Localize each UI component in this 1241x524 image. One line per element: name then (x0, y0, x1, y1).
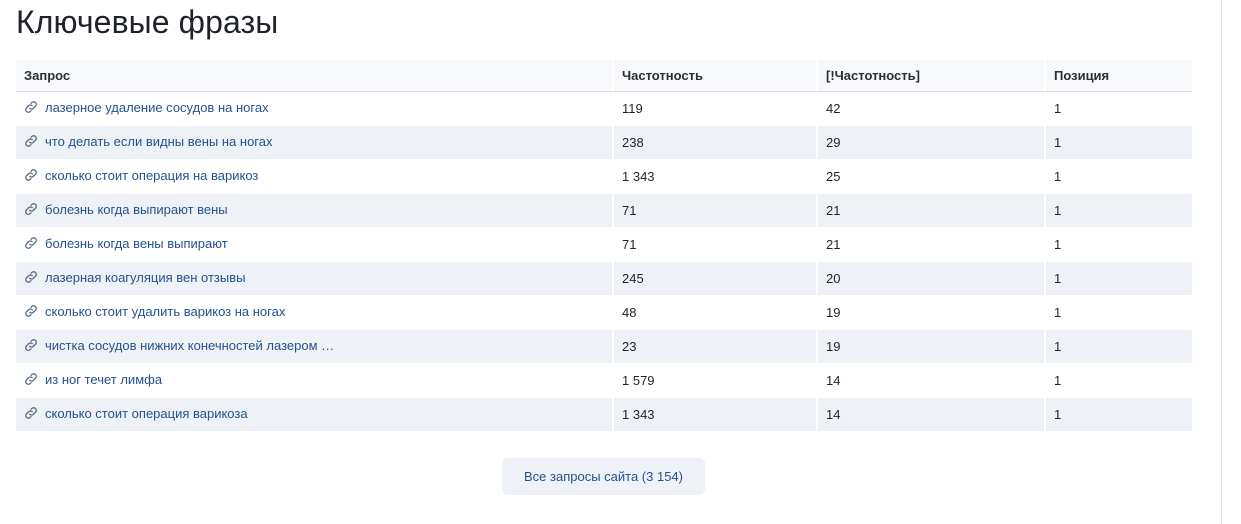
query-cell: лазерная коагуляция вен отзывы (16, 262, 612, 296)
query-cell: сколько стоит операция на варикоз (16, 160, 612, 194)
link-icon (25, 305, 37, 318)
exact-frequency-cell: 20 (816, 262, 1044, 296)
keywords-panel: Ключевые фразы Запрос Частотность [!Част… (0, 0, 1222, 524)
link-icon (25, 203, 37, 216)
query-link[interactable]: сколько стоит удалить варикоз на ногах (24, 304, 285, 319)
table-row: что делать если видны вены на ногах 238 … (16, 126, 1192, 160)
link-icon (25, 373, 37, 386)
table-row: сколько стоит удалить варикоз на ногах 4… (16, 296, 1192, 330)
query-cell: чистка сосудов нижних конечностей лазеро… (16, 330, 612, 364)
query-cell: лазерное удаление сосудов на ногах (16, 92, 612, 126)
position-cell: 1 (1044, 194, 1192, 228)
query-link[interactable]: сколько стоит операция на варикоз (24, 168, 258, 183)
query-text: болезнь когда выпирают вены (45, 201, 228, 217)
exact-frequency-cell: 14 (816, 364, 1044, 398)
link-icon (25, 271, 37, 284)
link-icon (25, 237, 37, 250)
table-row: болезнь когда выпирают вены 71 21 1 (16, 194, 1192, 228)
link-icon (25, 169, 37, 182)
query-text: из ног течет лимфа (45, 371, 163, 387)
query-cell: болезнь когда выпирают вены (16, 194, 612, 228)
position-cell: 1 (1044, 330, 1192, 364)
query-cell: болезнь когда вены выпирают (16, 228, 612, 262)
table-row: лазерная коагуляция вен отзывы 245 20 1 (16, 262, 1192, 296)
column-header-exact-frequency[interactable]: [!Частотность] (816, 60, 1044, 92)
table-header-row: Запрос Частотность [!Частотность] Позици… (16, 60, 1192, 92)
frequency-cell: 1 343 (612, 160, 816, 194)
position-cell: 1 (1044, 296, 1192, 330)
column-header-frequency[interactable]: Частотность (612, 60, 816, 92)
position-cell: 1 (1044, 92, 1192, 126)
frequency-cell: 238 (612, 126, 816, 160)
query-link[interactable]: лазерная коагуляция вен отзывы (24, 270, 245, 285)
query-text: что делать если видны вены на ногах (45, 133, 273, 149)
exact-frequency-cell: 19 (816, 330, 1044, 364)
query-text: сколько стоит операция на варикоз (45, 167, 259, 183)
frequency-cell: 48 (612, 296, 816, 330)
query-cell: сколько стоит операция варикоза (16, 398, 612, 432)
frequency-cell: 71 (612, 194, 816, 228)
link-icon (25, 407, 37, 420)
query-cell: что делать если видны вены на ногах (16, 126, 612, 160)
query-text: сколько стоит операция варикоза (45, 405, 248, 421)
link-icon (25, 339, 37, 352)
position-cell: 1 (1044, 262, 1192, 296)
column-header-position[interactable]: Позиция (1044, 60, 1192, 92)
table-row: лазерное удаление сосудов на ногах 119 4… (16, 92, 1192, 126)
query-link[interactable]: чистка сосудов нижних конечностей лазеро… (24, 338, 334, 353)
position-cell: 1 (1044, 398, 1192, 432)
frequency-cell: 1 343 (612, 398, 816, 432)
query-link[interactable]: из ног течет лимфа (24, 372, 162, 387)
query-link[interactable]: болезнь когда выпирают вены (24, 202, 228, 217)
page-title: Ключевые фразы (16, 4, 279, 40)
frequency-cell: 23 (612, 330, 816, 364)
query-link[interactable]: сколько стоит операция варикоза (24, 406, 248, 421)
exact-frequency-cell: 21 (816, 228, 1044, 262)
query-link[interactable]: лазерное удаление сосудов на ногах (24, 100, 269, 115)
exact-frequency-cell: 21 (816, 194, 1044, 228)
frequency-cell: 1 579 (612, 364, 816, 398)
query-text: болезнь когда вены выпирают (45, 235, 228, 251)
all-site-queries-button[interactable]: Все запросы сайта (3 154) (502, 458, 705, 495)
table-row: из ног течет лимфа 1 579 14 1 (16, 364, 1192, 398)
frequency-cell: 119 (612, 92, 816, 126)
exact-frequency-cell: 19 (816, 296, 1044, 330)
column-header-query[interactable]: Запрос (16, 60, 612, 92)
table-row: чистка сосудов нижних конечностей лазеро… (16, 330, 1192, 364)
query-text: лазерное удаление сосудов на ногах (45, 99, 269, 115)
link-icon (25, 101, 37, 114)
query-cell: из ног течет лимфа (16, 364, 612, 398)
table-row: болезнь когда вены выпирают 71 21 1 (16, 228, 1192, 262)
position-cell: 1 (1044, 126, 1192, 160)
frequency-cell: 71 (612, 228, 816, 262)
keywords-table: Запрос Частотность [!Частотность] Позици… (16, 60, 1192, 432)
position-cell: 1 (1044, 228, 1192, 262)
query-text: сколько стоит удалить варикоз на ногах (45, 303, 286, 319)
table-row: сколько стоит операция на варикоз 1 343 … (16, 160, 1192, 194)
exact-frequency-cell: 14 (816, 398, 1044, 432)
exact-frequency-cell: 29 (816, 126, 1044, 160)
position-cell: 1 (1044, 160, 1192, 194)
position-cell: 1 (1044, 364, 1192, 398)
exact-frequency-cell: 42 (816, 92, 1044, 126)
exact-frequency-cell: 25 (816, 160, 1044, 194)
table-body: лазерное удаление сосудов на ногах 119 4… (16, 92, 1192, 432)
query-link[interactable]: болезнь когда вены выпирают (24, 236, 228, 251)
query-text: чистка сосудов нижних конечностей лазеро… (45, 337, 335, 353)
frequency-cell: 245 (612, 262, 816, 296)
query-link[interactable]: что делать если видны вены на ногах (24, 134, 273, 149)
table-row: сколько стоит операция варикоза 1 343 14… (16, 398, 1192, 432)
link-icon (25, 135, 37, 148)
query-cell: сколько стоит удалить варикоз на ногах (16, 296, 612, 330)
query-text: лазерная коагуляция вен отзывы (45, 269, 246, 285)
